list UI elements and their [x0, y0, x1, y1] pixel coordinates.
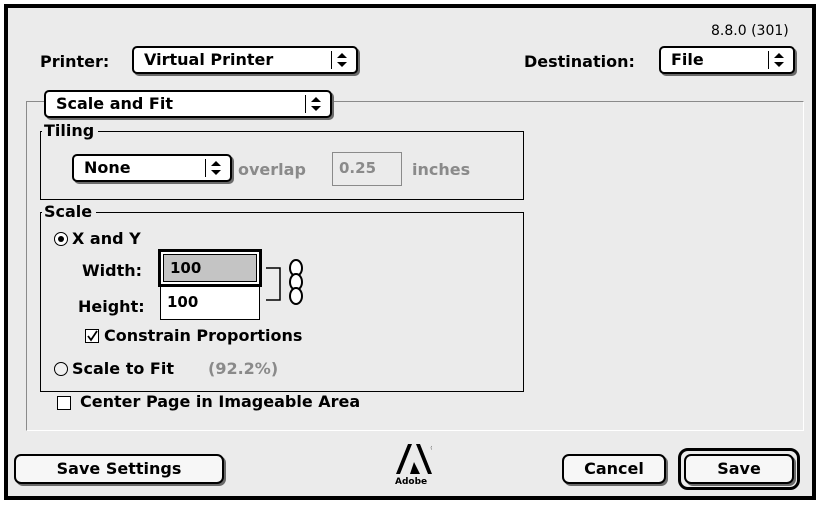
tiling-mode-value: None: [84, 158, 131, 177]
center-page-checkbox[interactable]: [57, 396, 71, 410]
radio-dot: [58, 236, 64, 242]
destination-label: Destination:: [524, 52, 635, 71]
center-page-label[interactable]: Center Page in Imageable Area: [80, 392, 360, 411]
width-label: Width:: [82, 261, 143, 280]
adobe-logo-icon: ®: [396, 444, 436, 474]
save-button-default-ring: Save: [678, 448, 800, 490]
scale-to-fit-percent: (92.2%): [208, 359, 279, 378]
width-field-focus-ring: 100: [158, 249, 262, 287]
popup-arrows-icon: [305, 95, 326, 113]
panel-select-value: Scale and Fit: [56, 94, 173, 113]
checkmark-icon: [87, 330, 98, 342]
constrain-proportions-label[interactable]: Constrain Proportions: [104, 326, 302, 345]
popup-arrows-icon: [205, 159, 226, 177]
popup-arrows-icon: [331, 51, 352, 69]
x-and-y-label[interactable]: X and Y: [72, 229, 141, 248]
scale-legend: Scale: [42, 203, 97, 221]
svg-text:®: ®: [430, 445, 432, 452]
x-and-y-radio[interactable]: [54, 232, 68, 246]
version-label: 8.8.0 (301): [711, 23, 789, 39]
overlap-units-label: inches: [412, 160, 471, 179]
overlap-field[interactable]: 0.25: [332, 152, 402, 186]
adobe-logo: ® Adobe: [395, 442, 440, 492]
panel-select-popup[interactable]: Scale and Fit: [44, 90, 332, 118]
popup-arrows-icon: [768, 51, 789, 69]
tiling-mode-popup[interactable]: None: [72, 154, 232, 182]
overlap-label: overlap: [238, 160, 306, 179]
printer-label: Printer:: [40, 52, 110, 71]
scale-to-fit-label[interactable]: Scale to Fit: [72, 359, 174, 378]
printer-popup[interactable]: Virtual Printer: [132, 46, 358, 74]
print-dialog: 8.8.0 (301) Printer: Virtual Printer Des…: [4, 4, 816, 500]
width-field[interactable]: 100: [163, 254, 257, 282]
destination-popup[interactable]: File: [659, 46, 795, 74]
printer-popup-value: Virtual Printer: [144, 50, 274, 69]
save-button[interactable]: Save: [684, 454, 794, 484]
cancel-button[interactable]: Cancel: [562, 454, 666, 484]
height-label: Height:: [78, 297, 145, 316]
scale-to-fit-radio[interactable]: [54, 362, 68, 376]
tiling-legend: Tiling: [42, 122, 99, 140]
destination-popup-value: File: [671, 50, 704, 69]
save-settings-button[interactable]: Save Settings: [14, 454, 224, 484]
constrain-proportions-checkbox[interactable]: [85, 329, 99, 343]
chain-link-icon: [266, 259, 303, 305]
height-field[interactable]: 100: [160, 286, 260, 320]
adobe-logo-text: Adobe: [395, 477, 428, 487]
